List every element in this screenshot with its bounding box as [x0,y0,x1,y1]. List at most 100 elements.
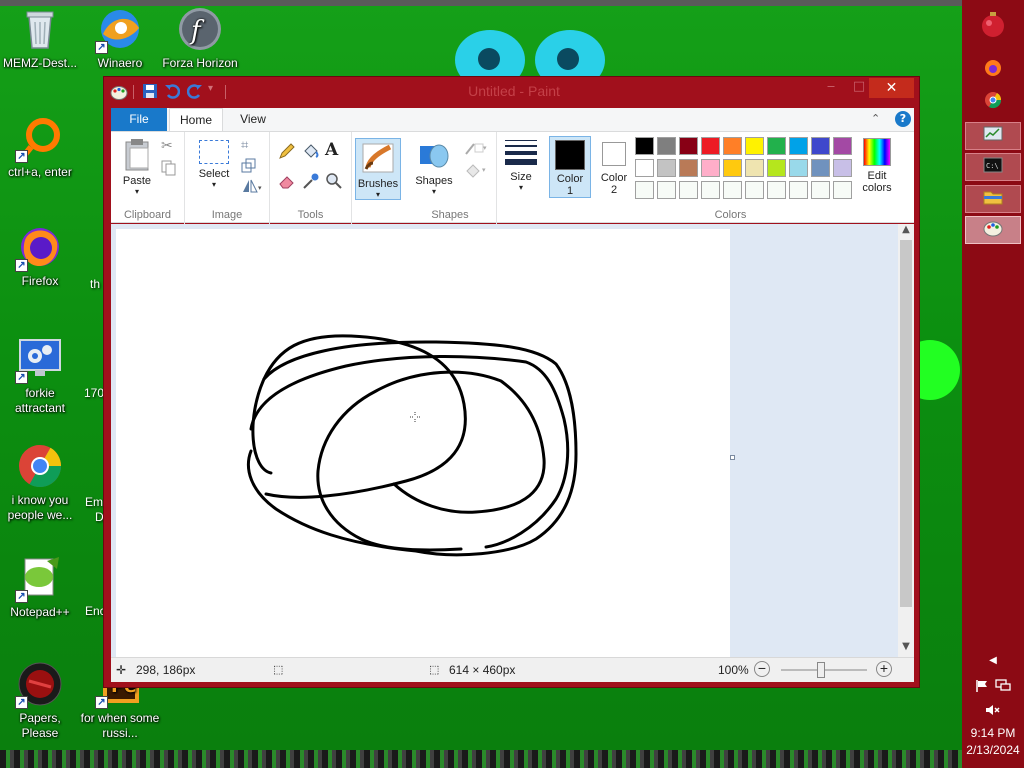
palette-swatch[interactable] [701,159,720,177]
desktop-icon-forza[interactable]: f Forza Horizon [160,6,240,71]
desktop-icon-winaero[interactable]: ↗ Winaero [80,6,160,71]
pencil-icon[interactable] [278,142,296,160]
volume-muted-icon[interactable] [962,703,1024,720]
desktop-icon-notepadpp[interactable]: ↗ Notepad++ [0,555,80,620]
size-button[interactable]: Size ▾ [497,138,545,192]
desktop-icon-memz[interactable]: MEMZ-Dest... [0,6,80,71]
cut-icon[interactable]: ✂ [161,138,179,156]
resize-icon[interactable] [241,158,259,176]
scroll-thumb[interactable] [900,240,912,607]
desktop-icon-chrome[interactable]: i know you people we... [0,443,80,523]
text-tool-icon[interactable]: A [325,140,343,160]
zoom-slider-thumb[interactable] [817,662,825,678]
palette-swatch[interactable] [679,159,698,177]
palette-swatch[interactable] [833,137,852,155]
taskbar-perfmon[interactable] [965,122,1021,150]
clock-time[interactable]: 9:14 PM [962,726,1024,740]
palette-swatch[interactable] [767,181,786,199]
desktop-icon-forkie[interactable]: ↗ forkie attractant [0,336,80,416]
taskbar-chrome[interactable] [965,88,1021,116]
network-icon[interactable] [994,679,1012,696]
zoom-in-button[interactable]: + [876,661,892,677]
taskbar-explorer[interactable] [965,185,1021,213]
start-button[interactable] [965,12,1021,40]
canvas-resize-handle-right[interactable] [730,455,735,460]
help-icon[interactable]: ? [895,111,911,127]
palette-swatch[interactable] [701,181,720,199]
paste-button[interactable]: Paste ▾ [117,138,157,196]
desktop-icon-label: MEMZ-Dest... [3,56,77,70]
customize-qat-chevron-down-icon[interactable]: ▾ [208,83,213,101]
zoom-level: 100% [718,663,749,677]
color1-button[interactable]: Color 1 [549,136,591,198]
action-center-flag-icon[interactable] [974,679,990,696]
undo-icon[interactable] [164,83,181,101]
palette-swatch[interactable] [657,137,676,155]
outline-icon[interactable]: ▾ [464,140,487,158]
palette-swatch[interactable] [745,181,764,199]
palette-swatch[interactable] [723,159,742,177]
vertical-scrollbar[interactable]: ▲ ▼ [898,224,914,657]
taskbar-paint[interactable] [965,216,1021,244]
palette-swatch[interactable] [811,181,830,199]
magnifier-icon[interactable] [325,172,343,190]
palette-swatch[interactable] [679,137,698,155]
palette-swatch[interactable] [833,181,852,199]
palette-swatch[interactable] [789,137,808,155]
color-picker-icon[interactable] [302,172,320,190]
brushes-button[interactable]: Brushes ▾ [355,138,401,200]
minimize-ribbon-chevron-up-icon[interactable]: ⌃ [871,112,880,125]
canvas-workspace[interactable] [111,224,898,657]
desktop-icon-papers-please[interactable]: ↗ Papers, Please [0,661,80,741]
palette-swatch[interactable] [745,159,764,177]
palette-swatch[interactable] [745,137,764,155]
palette-swatch[interactable] [811,137,830,155]
fill-icon[interactable]: ▾ [464,162,486,180]
minimize-button[interactable]: ‒ [816,77,846,99]
palette-swatch[interactable] [767,137,786,155]
shapes-button[interactable]: Shapes ▾ [412,138,456,196]
palette-swatch[interactable] [833,159,852,177]
palette-swatch[interactable] [635,181,654,199]
palette-swatch[interactable] [657,159,676,177]
tab-file[interactable]: File [111,108,167,131]
redo-icon[interactable] [186,83,203,101]
scroll-up-chevron-icon[interactable]: ▲ [898,224,914,240]
scroll-down-chevron-icon[interactable]: ▼ [898,641,914,657]
tab-home[interactable]: Home [169,108,223,131]
title-bar[interactable]: ▾ Untitled - Paint ‒ □ ✕ [104,77,919,107]
close-button[interactable]: ✕ [869,78,914,98]
save-icon[interactable] [142,83,158,101]
fill-bucket-icon[interactable] [302,142,320,160]
palette-swatch[interactable] [789,181,808,199]
palette-swatch[interactable] [635,137,654,155]
palette-swatch[interactable] [723,181,742,199]
palette-swatch[interactable] [811,159,830,177]
palette-swatch[interactable] [679,181,698,199]
desktop-icon-firefox[interactable]: ↗ Firefox [0,224,80,289]
clock-date[interactable]: 2/13/2024 [962,743,1024,757]
select-button[interactable]: Select ▾ [193,140,235,189]
taskbar-cmd[interactable]: C:\ [965,153,1021,181]
rotate-icon[interactable]: ▾ [241,178,262,196]
crop-icon[interactable]: ⌗ [241,138,259,156]
paint-app-icon[interactable] [110,83,128,101]
palette-swatch[interactable] [635,159,654,177]
drawing-canvas[interactable] [116,229,730,657]
palette-swatch[interactable] [701,137,720,155]
eraser-icon[interactable] [278,172,296,190]
show-hidden-icons-button[interactable]: ◀ [962,655,1024,666]
copy-icon[interactable] [161,160,179,178]
edit-colors-button[interactable]: Edit colors [857,136,897,194]
palette-swatch[interactable] [767,159,786,177]
color2-button[interactable]: Color 2 [595,136,633,198]
tab-view[interactable]: View [227,108,279,131]
desktop-icon-ctrl-a[interactable]: ↗ ctrl+a, enter [0,115,80,180]
zoom-out-button[interactable]: − [754,661,770,677]
palette-swatch[interactable] [789,159,808,177]
taskbar-firefox[interactable] [965,56,1021,84]
desktop-icon-label: i know you people we... [7,493,73,522]
palette-swatch[interactable] [723,137,742,155]
palette-swatch[interactable] [657,181,676,199]
edit-colors-label: Edit [867,170,887,182]
